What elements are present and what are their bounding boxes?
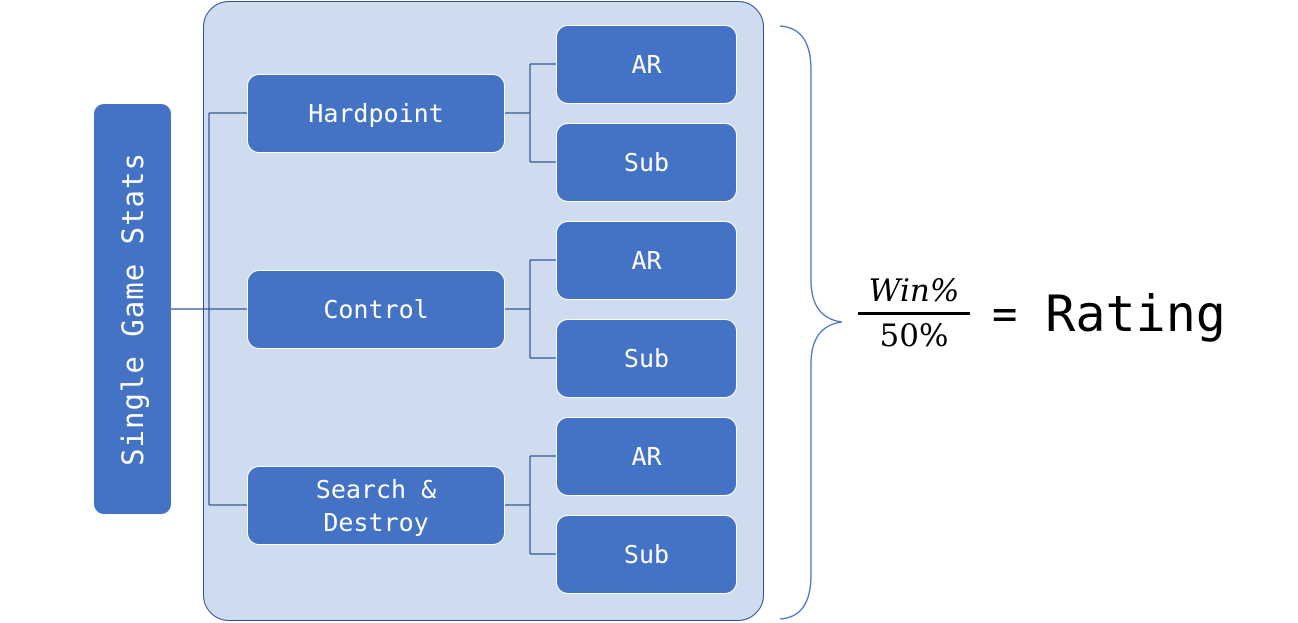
weapon-label: AR — [631, 50, 662, 79]
weapon-label: AR — [631, 442, 662, 471]
mode-label: Hardpoint — [308, 99, 444, 128]
search-destroy-branch — [504, 455, 556, 555]
weapon-label: Sub — [623, 540, 670, 569]
hardpoint-branch — [504, 63, 556, 163]
rating-formula: Win% 50% = Rating — [858, 272, 1226, 355]
mode-label: Search & Destroy — [315, 474, 437, 537]
root-node: Single Game Stats — [94, 104, 171, 514]
weapon-node-sub: Sub — [556, 319, 737, 398]
weapon-node-sub: Sub — [556, 515, 737, 594]
curly-brace — [779, 25, 843, 620]
weapon-label: Sub — [623, 148, 670, 177]
weapon-label: Sub — [623, 344, 670, 373]
control-branch — [504, 259, 556, 359]
fraction-numerator: Win% — [868, 273, 960, 309]
mode-node-hardpoint: Hardpoint — [247, 74, 505, 153]
weapon-node-sub: Sub — [556, 123, 737, 202]
weapon-node-ar: AR — [556, 417, 737, 496]
rating-label: Rating — [1045, 284, 1226, 343]
fraction-denominator: 50% — [879, 318, 949, 354]
equals-sign: = — [992, 289, 1018, 338]
mode-node-control: Control — [247, 270, 505, 349]
weapon-node-ar: AR — [556, 221, 737, 300]
root-label: Single Game Stats — [115, 152, 150, 466]
fraction-bar — [858, 312, 970, 315]
mode-label: Control — [323, 295, 429, 324]
weapon-label: AR — [631, 246, 662, 275]
weapon-node-ar: AR — [556, 25, 737, 104]
fraction: Win% 50% — [858, 272, 970, 355]
mode-node-search-destroy: Search & Destroy — [247, 466, 505, 545]
